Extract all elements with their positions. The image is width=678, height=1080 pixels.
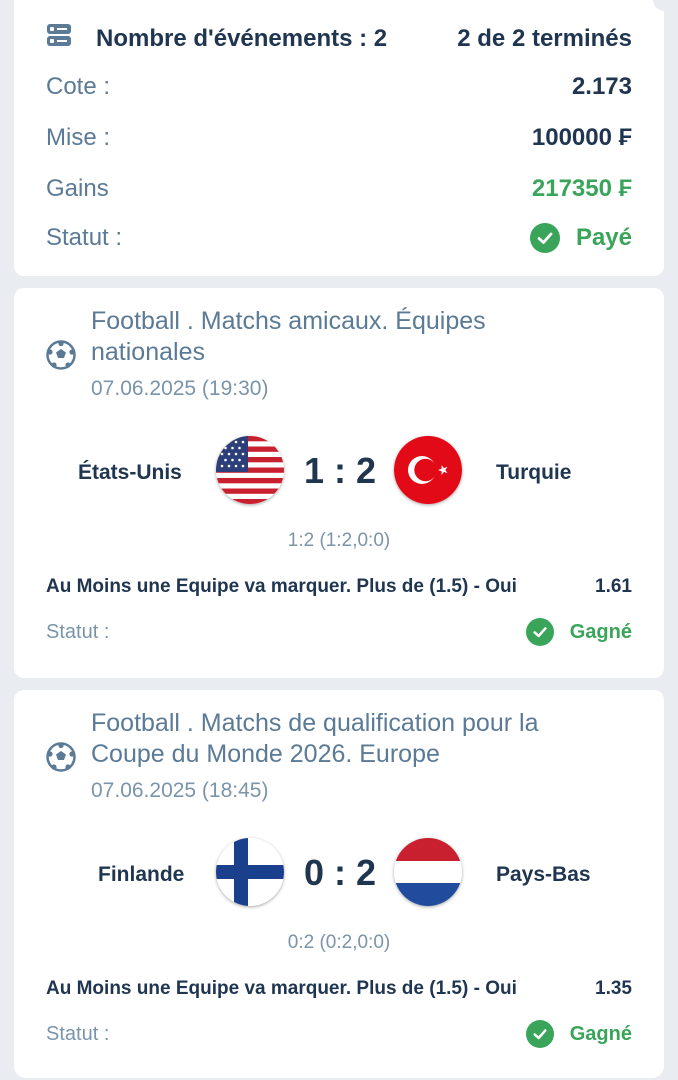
match-score: 1 : 2 — [303, 450, 377, 491]
event-date: 07.06.2025 (19:30) — [91, 377, 269, 400]
stake-label: Mise : — [46, 124, 111, 151]
odds-label: Cote : — [46, 73, 111, 100]
event-status-value: Gagné — [569, 1022, 632, 1045]
event-status-label: Statut : — [46, 1022, 110, 1045]
event-title: Football . Matchs amicaux. Équipes natio… — [91, 307, 486, 366]
soccer-ball-icon — [46, 742, 76, 777]
event-title: Football . Matchs de qualification pour … — [91, 709, 539, 768]
events-count-label: Nombre d'événements : 2 — [96, 24, 388, 52]
bet-summary-card: Nombre d'événements : 2 2 de 2 terminés … — [14, 0, 664, 276]
check-circle-icon — [525, 618, 554, 646]
away-team: Turquie — [496, 461, 572, 484]
bet-odds: 1.35 — [595, 978, 632, 999]
detailed-score: 1:2 (1:2,0:0) — [287, 530, 391, 551]
list-toggle-icon — [46, 22, 72, 55]
check-circle-icon — [525, 1020, 554, 1048]
event-card[interactable]: Football . Matchs de qualification pour … — [14, 690, 664, 1078]
event-status-row: Statut : Gagné — [46, 1020, 632, 1048]
status-value: Payé — [575, 224, 632, 251]
finland-flag-icon — [216, 838, 284, 906]
match-score: 0 : 2 — [303, 852, 377, 893]
detailed-score: 0:2 (0:2,0:0) — [287, 932, 391, 953]
event-status-label: Statut : — [46, 620, 110, 643]
events-completed: 2 de 2 terminés — [457, 24, 632, 52]
bet-selection-row: Au Moins une Equipe va marquer. Plus de … — [46, 576, 632, 598]
events-count-row: Nombre d'événements : 2 2 de 2 terminés — [46, 22, 632, 55]
netherlands-flag-icon — [394, 838, 462, 906]
event-card[interactable]: Football . Matchs amicaux. Équipes natio… — [14, 288, 664, 678]
stake-row: Mise : 100000 ₣ — [46, 124, 632, 152]
usa-flag-icon — [216, 436, 284, 504]
bet-selection: Au Moins une Equipe va marquer. Plus de … — [46, 978, 517, 999]
bet-selection-row: Au Moins une Equipe va marquer. Plus de … — [46, 978, 632, 1000]
bet-selection: Au Moins une Equipe va marquer. Plus de … — [46, 576, 517, 597]
event-date: 07.06.2025 (18:45) — [91, 779, 269, 802]
winnings-value: 217350 ₣ — [531, 175, 632, 202]
odds-row: Cote : 2.173 — [46, 73, 632, 101]
status-badge: Payé — [529, 223, 632, 253]
stake-value: 100000 ₣ — [531, 124, 632, 151]
odds-value: 2.173 — [571, 73, 632, 100]
status-row: Statut : Payé — [46, 223, 632, 253]
bet-odds: 1.61 — [595, 576, 632, 597]
away-team: Pays-Bas — [496, 863, 591, 886]
event-status-row: Statut : Gagné — [46, 618, 632, 646]
event-status-badge: Gagné — [525, 618, 632, 646]
status-label: Statut : — [46, 224, 123, 251]
turkey-flag-icon — [394, 436, 462, 504]
winnings-label: Gains — [46, 175, 109, 202]
event-status-badge: Gagné — [525, 1020, 632, 1048]
check-circle-icon — [529, 223, 560, 253]
soccer-ball-icon — [46, 340, 76, 375]
winnings-row: Gains 217350 ₣ — [46, 175, 632, 203]
event-status-value: Gagné — [569, 620, 632, 643]
